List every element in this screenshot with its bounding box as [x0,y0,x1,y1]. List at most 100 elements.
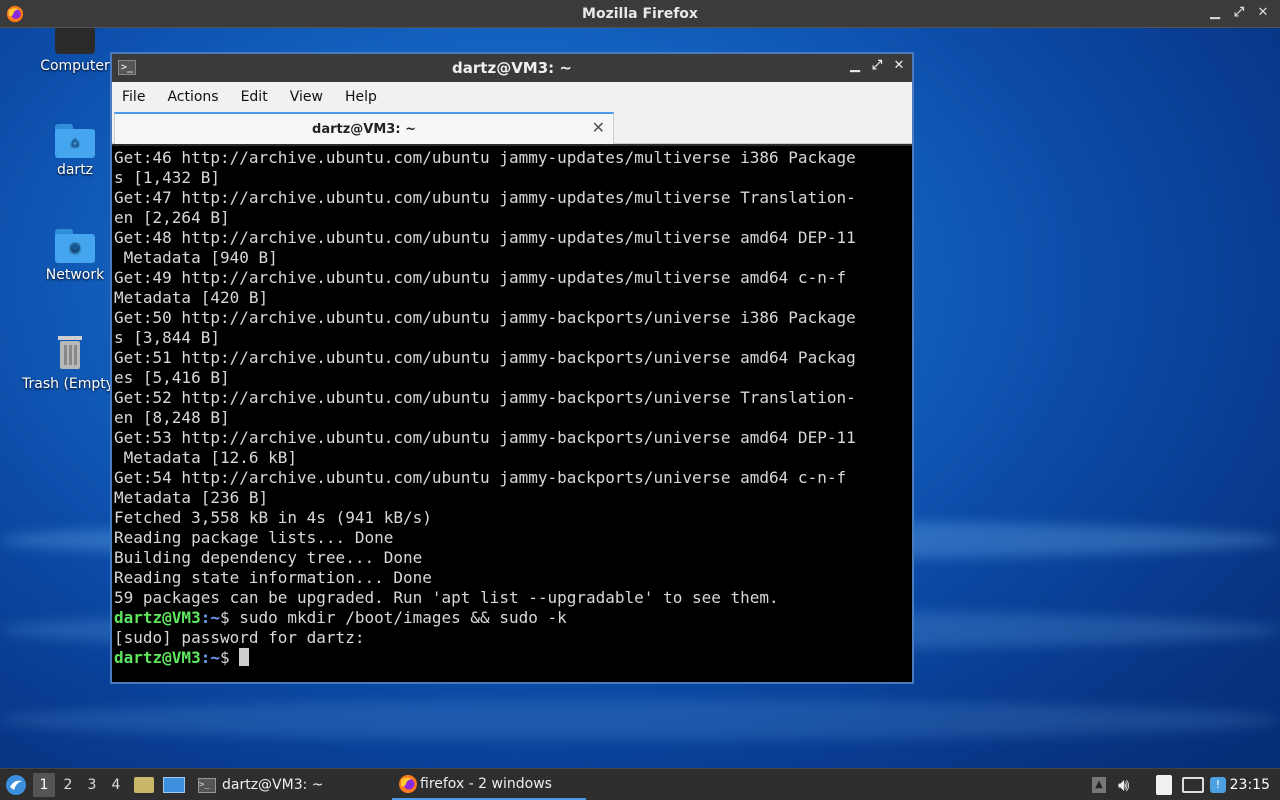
maximize-icon[interactable]: ⤢ [1232,5,1246,20]
current-prompt-line[interactable]: dartz@VM3:~$ [114,648,910,668]
command-line: dartz@VM3:~$ sudo mkdir /boot/images && … [114,608,910,628]
menu-file[interactable]: File [122,89,145,105]
workspace-2[interactable]: 2 [57,773,79,797]
desktop-icon-trash[interactable]: Trash (Empty) [22,332,120,392]
clipboard-icon [1156,775,1172,795]
task-terminal[interactable]: >_ dartz@VM3: ~ [192,769,387,800]
prompt-path: :~ [200,648,220,667]
output-line: Reading package lists... Done [114,528,394,547]
lubuntu-logo-icon [6,775,26,795]
output-line: Fetched 3,558 kB in 4s (941 kB/s) [114,508,432,527]
minimize-icon[interactable]: ▁ [848,58,862,73]
sudo-prompt: [sudo] password for dartz: [114,628,365,647]
task-label: firefox - 2 windows [420,775,552,792]
output-line: s [3,844 B] [114,328,220,347]
file-manager-launcher[interactable] [134,769,154,800]
network-button[interactable] [1182,769,1204,800]
output-line: Metadata [420 B] [114,288,269,307]
output-line: en [8,248 B] [114,408,230,427]
tray-up-arrow[interactable]: ▲ [1092,769,1106,800]
output-line: Get:49 http://archive.ubuntu.com/ubuntu … [114,268,847,287]
terminal-titlebar[interactable]: >_ dartz@VM3: ~ ▁ ⤢ ✕ [112,54,912,82]
output-line: es [5,416 B] [114,368,230,387]
task-firefox[interactable]: firefox - 2 windows [392,769,586,800]
terminal-icon: >_ [118,60,136,75]
terminal-tab[interactable]: dartz@VM3: ~ ✕ [114,112,614,144]
close-icon[interactable]: ✕ [1256,5,1270,20]
close-tab-icon[interactable]: ✕ [592,118,605,137]
trash-icon [58,336,82,369]
text-cursor [239,648,250,666]
clock[interactable]: 23:15 [1230,769,1270,800]
prompt-symbol: $ [219,608,240,627]
computer-icon [55,28,95,54]
prompt-user: dartz@VM3 [114,608,201,627]
maximize-icon[interactable]: ⤢ [870,58,884,73]
desktop-icon-label: Computer [40,58,110,74]
output-line: Get:53 http://archive.ubuntu.com/ubuntu … [114,428,856,447]
tab-label: dartz@VM3: ~ [312,121,416,137]
output-line: Building dependency tree... Done [114,548,423,567]
taskbar: 1 2 3 4 >_ dartz@VM3: ~ firefox - 2 wind… [0,768,1280,800]
output-line: 59 packages can be upgraded. Run 'apt li… [114,588,779,607]
output-line: Get:54 http://archive.ubuntu.com/ubuntu … [114,468,847,487]
start-menu-button[interactable] [4,769,28,800]
terminal-tabbar: dartz@VM3: ~ ✕ [112,112,912,144]
output-line: Reading state information... Done [114,568,432,587]
menu-edit[interactable]: Edit [241,89,268,105]
desktop-icon-label: dartz [56,162,94,178]
network-folder-icon: ◉ [55,229,95,263]
desktop-icon-network[interactable]: ◉ Network [27,229,123,283]
wallpaper-wave [0,700,1280,740]
prompt-user: dartz@VM3 [114,648,201,667]
firefox-icon [399,774,417,793]
output-line: Get:51 http://archive.ubuntu.com/ubuntu … [114,348,856,367]
desktop-icon-computer[interactable]: Computer [27,28,123,74]
command-text: sudo mkdir /boot/images && sudo -k [239,608,567,627]
output-line: Get:50 http://archive.ubuntu.com/ubuntu … [114,308,856,327]
volume-icon: 🔊︎ [1118,774,1130,796]
task-label: dartz@VM3: ~ [222,777,324,793]
menu-actions[interactable]: Actions [167,89,218,105]
menu-view[interactable]: View [290,89,323,105]
output-line: Get:46 http://archive.ubuntu.com/ubuntu … [114,148,856,167]
output-lines: Get:46 http://archive.ubuntu.com/ubuntu … [114,148,910,608]
terminal-title: dartz@VM3: ~ [452,59,572,77]
workspace-1[interactable]: 1 [33,773,55,797]
output-line: Metadata [12.6 kB] [114,448,298,467]
terminal-menubar: File Actions Edit View Help [112,82,912,112]
volume-button[interactable]: 🔊︎ [1118,769,1129,800]
network-icon [1182,777,1204,793]
desktop-icon-label: Network [45,267,105,283]
output-line: Get:52 http://archive.ubuntu.com/ubuntu … [114,388,856,407]
output-line: Metadata [940 B] [114,248,278,267]
output-line: Get:47 http://archive.ubuntu.com/ubuntu … [114,188,856,207]
prompt-symbol: $ [219,648,240,667]
firefox-window-title: Mozilla Firefox [582,5,698,22]
close-icon[interactable]: ✕ [892,58,906,73]
output-line: en [2,264 B] [114,208,230,227]
prompt-path: :~ [200,608,220,627]
show-desktop-button[interactable] [163,769,185,800]
desktop-icon [163,777,185,793]
firefox-window-titlebar[interactable]: Mozilla Firefox ▁ ⤢ ✕ [0,0,1280,28]
update-notifier-button[interactable]: ! [1210,769,1226,800]
file-manager-icon [134,777,154,793]
desktop-icon-home[interactable]: ⌂ dartz [27,124,123,178]
terminal-output[interactable]: Get:46 http://archive.ubuntu.com/ubuntu … [112,146,912,682]
firefox-icon [6,5,24,23]
minimize-icon[interactable]: ▁ [1208,5,1222,20]
output-line: Get:48 http://archive.ubuntu.com/ubuntu … [114,228,856,247]
desktop-icon-label: Trash (Empty) [22,376,120,392]
terminal-window[interactable]: >_ dartz@VM3: ~ ▁ ⤢ ✕ File Actions Edit … [110,52,914,684]
terminal-icon: >_ [198,777,216,793]
menu-help[interactable]: Help [345,89,377,105]
workspace-4[interactable]: 4 [105,773,127,797]
clipboard-button[interactable] [1156,769,1172,800]
workspace-3[interactable]: 3 [81,773,103,797]
home-folder-icon: ⌂ [55,124,95,158]
up-arrow-icon: ▲ [1092,777,1106,793]
output-line: s [1,432 B] [114,168,220,187]
output-line: Metadata [236 B] [114,488,269,507]
info-icon: ! [1210,777,1226,793]
